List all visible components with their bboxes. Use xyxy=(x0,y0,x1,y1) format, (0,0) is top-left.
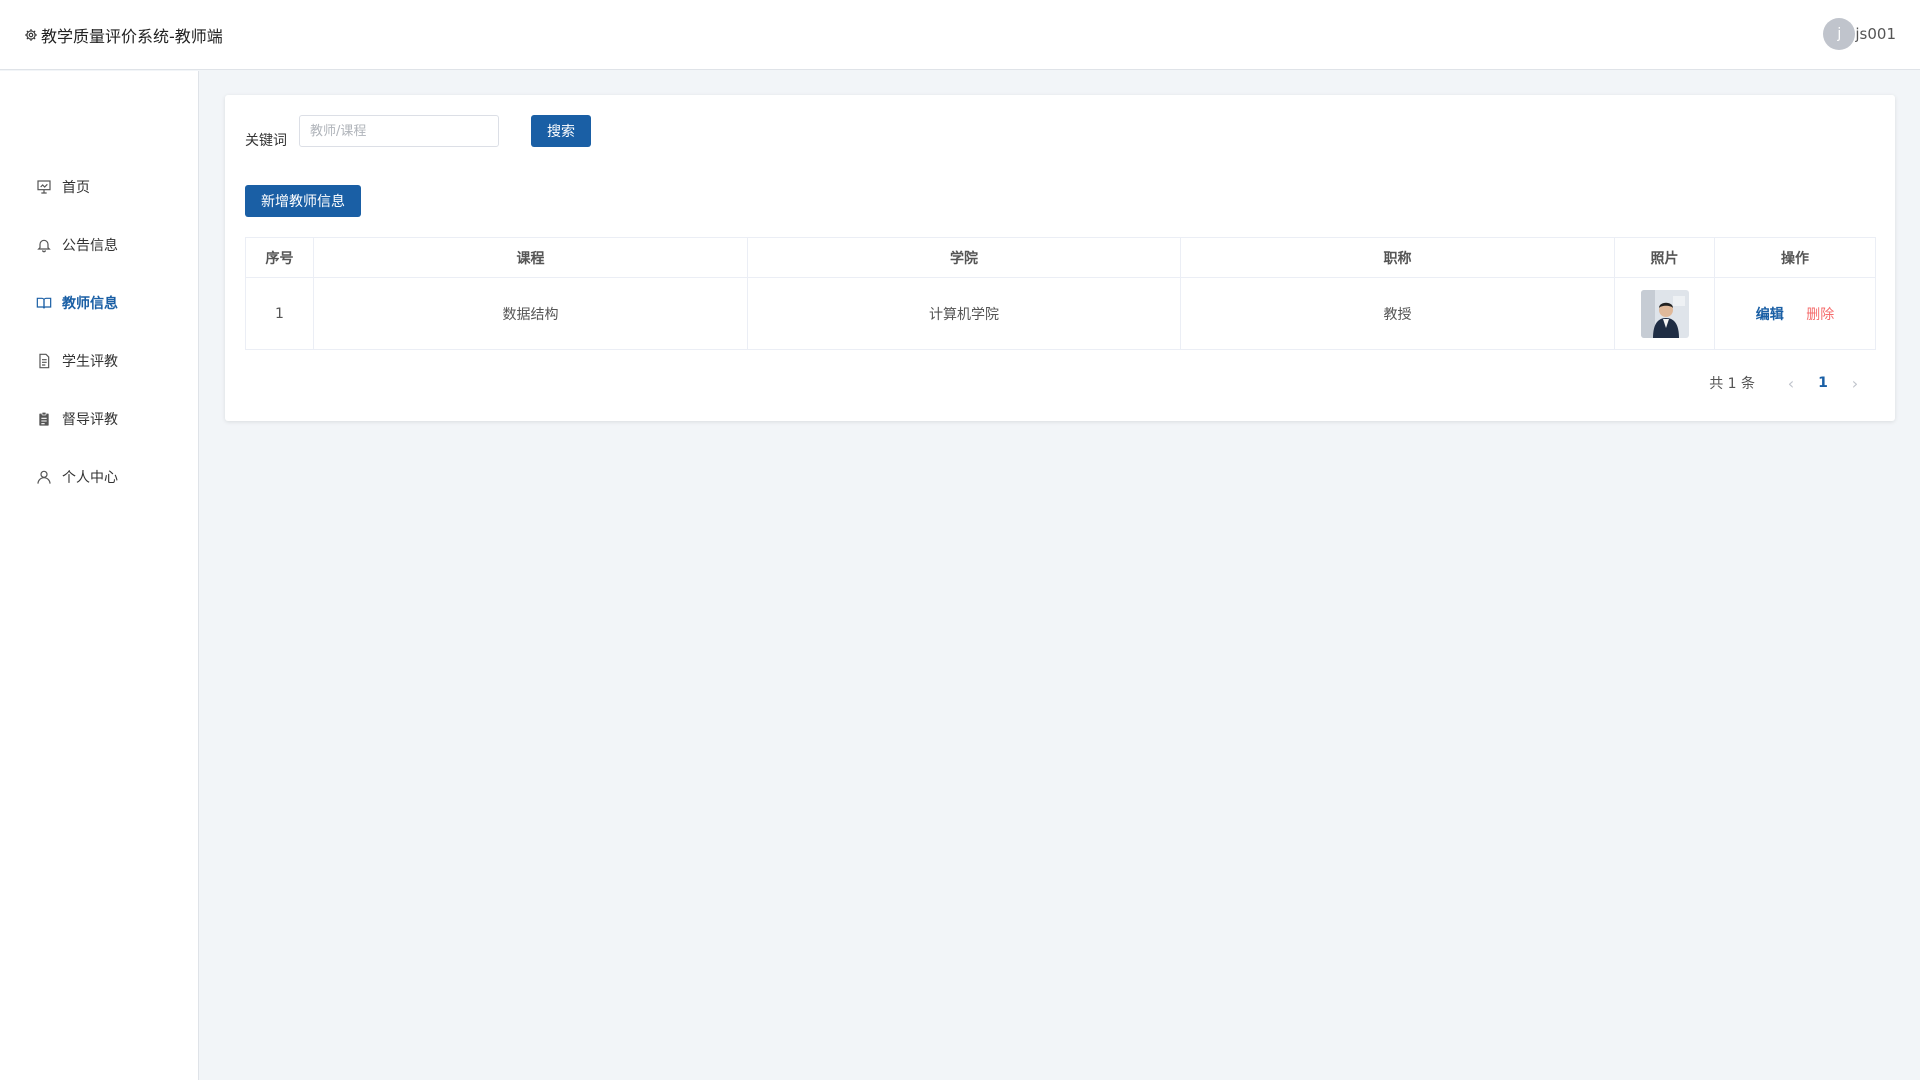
cell-actions: 编辑 删除 xyxy=(1714,277,1876,350)
pagination-total: 共 1 条 xyxy=(1709,376,1755,392)
column-header-course: 课程 xyxy=(313,237,748,278)
column-header-index: 序号 xyxy=(245,237,314,278)
sidebar-item-supervisor-eval[interactable]: 督导评教 xyxy=(36,407,118,431)
app-brand: 教学质量评价系统-教师端 xyxy=(24,23,223,47)
cell-index: 1 xyxy=(245,277,314,350)
chevron-left-icon[interactable]: ‹ xyxy=(1779,374,1803,393)
teacher-photo[interactable] xyxy=(1640,289,1689,338)
cell-title: 教授 xyxy=(1180,277,1615,350)
page-number-current[interactable]: 1 xyxy=(1803,375,1843,391)
sidebar-item-label: 个人中心 xyxy=(62,470,118,486)
top-header: 教学质量评价系统-教师端 j js001 xyxy=(0,0,1920,70)
teacher-table: 序号 课程 学院 职称 照片 操作 1 数据结构 计算机学院 教授 编辑 删除 xyxy=(245,237,1876,350)
clipboard-icon xyxy=(36,411,52,427)
cell-photo xyxy=(1614,277,1715,350)
search-label: 关键词 xyxy=(245,133,287,149)
sidebar-item-label: 督导评教 xyxy=(62,412,118,428)
column-header-actions: 操作 xyxy=(1714,237,1876,278)
sidebar-item-home[interactable]: 首页 xyxy=(36,175,90,199)
search-input[interactable] xyxy=(299,115,499,147)
cell-course: 数据结构 xyxy=(313,277,748,350)
presentation-icon xyxy=(36,179,52,195)
table-row: 1 数据结构 计算机学院 教授 编辑 删除 xyxy=(245,277,1876,350)
pagination: 共 1 条 ‹ 1 › xyxy=(1709,373,1867,393)
chevron-right-icon[interactable]: › xyxy=(1843,374,1867,393)
sidebar-item-label: 公告信息 xyxy=(62,238,118,254)
document-icon xyxy=(36,353,52,369)
column-header-photo: 照片 xyxy=(1614,237,1715,278)
sidebar-item-teacher-info[interactable]: 教师信息 xyxy=(36,291,118,315)
delete-link[interactable]: 删除 xyxy=(1806,307,1834,323)
sidebar-item-label: 教师信息 xyxy=(62,296,118,312)
user-menu[interactable]: j js001 xyxy=(1823,18,1896,50)
app-title: 教学质量评价系统-教师端 xyxy=(41,27,223,46)
sidebar: 首页 公告信息 教师信息 学生评教 督导评教 个人中心 xyxy=(0,71,199,1080)
search-button[interactable]: 搜索 xyxy=(531,115,591,147)
table-header-row: 序号 课程 学院 职称 照片 操作 xyxy=(245,237,1876,278)
edit-link[interactable]: 编辑 xyxy=(1756,307,1784,323)
content-panel: 关键词 搜索 新增教师信息 序号 课程 学院 职称 照片 操作 1 数据结构 计… xyxy=(225,95,1895,421)
sidebar-item-announcements[interactable]: 公告信息 xyxy=(36,233,118,257)
avatar[interactable]: j xyxy=(1823,18,1856,50)
column-header-college: 学院 xyxy=(747,237,1181,278)
sidebar-item-label: 学生评教 xyxy=(62,354,118,370)
book-icon xyxy=(36,295,52,311)
add-teacher-button[interactable]: 新增教师信息 xyxy=(245,185,361,217)
user-icon xyxy=(36,469,52,485)
username[interactable]: js001 xyxy=(1855,25,1896,43)
sidebar-item-label: 首页 xyxy=(62,180,90,196)
cell-college: 计算机学院 xyxy=(747,277,1181,350)
sidebar-item-profile[interactable]: 个人中心 xyxy=(36,465,118,489)
sidebar-item-student-eval[interactable]: 学生评教 xyxy=(36,349,118,373)
bell-icon xyxy=(36,237,52,253)
column-header-title: 职称 xyxy=(1180,237,1615,278)
gear-icon xyxy=(24,28,38,42)
